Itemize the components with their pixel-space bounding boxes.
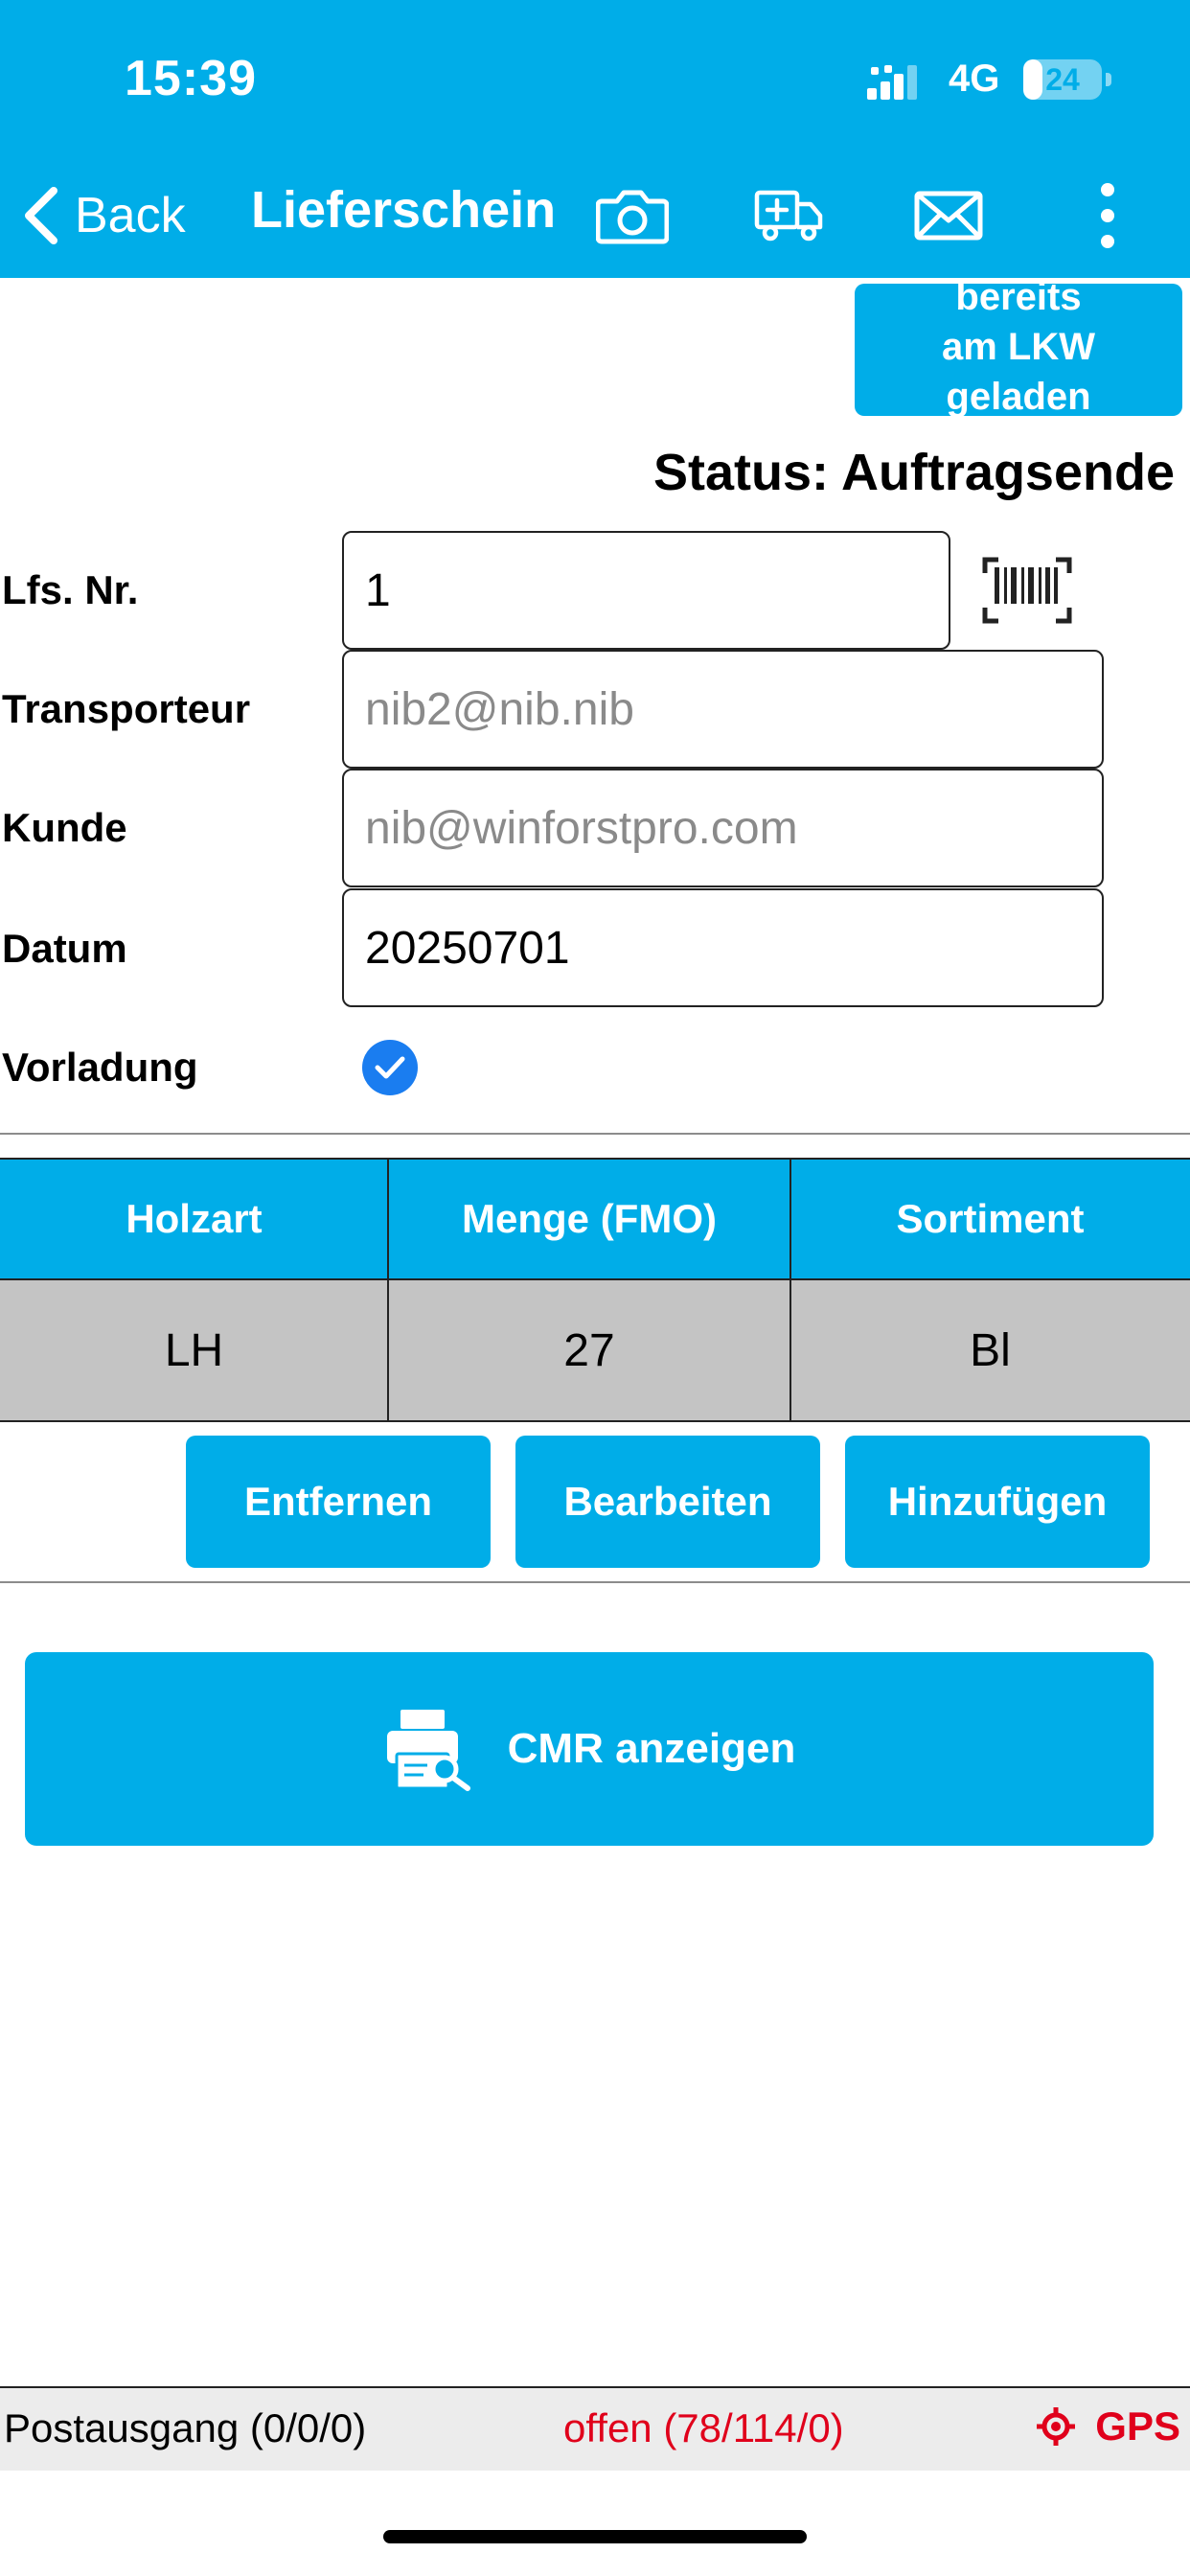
battery-icon: 24 — [1023, 59, 1111, 100]
barcode-scan-icon[interactable] — [981, 556, 1073, 625]
page-title: Lieferschein — [251, 181, 557, 239]
kunde-label: Kunde — [2, 805, 127, 850]
network-type: 4G — [949, 58, 1000, 100]
kunde-input[interactable]: nib@winforstpro.com — [342, 769, 1104, 887]
navigation-bar: Back Lieferschein — [0, 163, 1190, 268]
checkmark-icon — [375, 1056, 405, 1079]
cell-sortiment: Bl — [970, 1324, 1011, 1376]
divider — [0, 1581, 1190, 1583]
camera-icon — [596, 190, 669, 244]
loaded-button-line-2: am LKW — [942, 326, 1095, 368]
datum-label: Datum — [2, 926, 127, 971]
cell-holzart: LH — [164, 1324, 224, 1376]
header-menge: Menge (FMO) — [462, 1196, 717, 1241]
gps-target-icon — [1037, 2407, 1076, 2446]
edit-button[interactable]: Bearbeiten — [515, 1436, 820, 1568]
footer-status-bar: Postausgang (0/0/0) offen (78/114/0) GPS — [0, 2386, 1190, 2471]
truck-add-button[interactable] — [751, 178, 828, 253]
gps-status[interactable]: GPS — [1036, 2404, 1180, 2450]
loaded-button-line-3: geladen — [946, 376, 1091, 416]
status-text: Status: Auftragsende — [652, 444, 1175, 501]
vorladung-checkbox[interactable] — [362, 1040, 418, 1095]
camera-button[interactable] — [592, 178, 673, 253]
cell-menge: 27 — [563, 1324, 615, 1376]
open-status: offen (78/114/0) — [563, 2405, 844, 2450]
vorladung-label: Vorladung — [2, 1045, 198, 1090]
loaded-button-line-1: bereits — [955, 284, 1082, 318]
show-cmr-button[interactable]: CMR anzeigen — [25, 1652, 1154, 1846]
ios-status-bar: 15:39 4G 24 — [0, 0, 1190, 158]
back-label: Back — [75, 188, 186, 243]
add-button[interactable]: Hinzufügen — [845, 1436, 1150, 1568]
outbox-status: Postausgang (0/0/0) — [4, 2405, 367, 2450]
divider — [0, 1133, 1190, 1135]
more-vertical-icon — [1101, 183, 1114, 248]
table-row[interactable]: LH 27 Bl — [0, 1280, 1190, 1422]
transporteur-input[interactable]: nib2@nib.nib — [342, 650, 1104, 769]
status-time: 15:39 — [125, 51, 257, 106]
more-button[interactable] — [1087, 178, 1129, 253]
transporteur-label: Transporteur — [2, 686, 251, 731]
back-button[interactable]: Back — [21, 178, 186, 253]
lfs-nr-label: Lfs. Nr. — [2, 567, 139, 612]
lfs-nr-input[interactable]: 1 — [342, 531, 950, 650]
app-header: 15:39 4G 24 Back Lieferschein — [0, 0, 1190, 278]
battery-level: 24 — [1045, 62, 1080, 97]
truck-add-icon — [754, 190, 823, 242]
gps-label: GPS — [1095, 2404, 1180, 2449]
loaded-on-truck-button[interactable]: bereits am LKW geladen — [855, 284, 1182, 416]
cellular-signal-icon — [867, 65, 917, 100]
header-sortiment: Sortiment — [896, 1196, 1085, 1241]
show-cmr-label: CMR anzeigen — [507, 1725, 796, 1772]
chevron-left-icon — [25, 187, 57, 244]
datum-input[interactable]: 20250701 — [342, 888, 1104, 1007]
table-header: Holzart Menge (FMO) Sortiment — [0, 1158, 1190, 1280]
header-holzart: Holzart — [126, 1196, 263, 1241]
printer-preview-icon — [386, 1710, 470, 1791]
mail-button[interactable] — [910, 178, 987, 253]
mail-icon — [914, 191, 983, 241]
remove-button[interactable]: Entfernen — [186, 1436, 491, 1568]
home-indicator — [383, 2530, 807, 2543]
